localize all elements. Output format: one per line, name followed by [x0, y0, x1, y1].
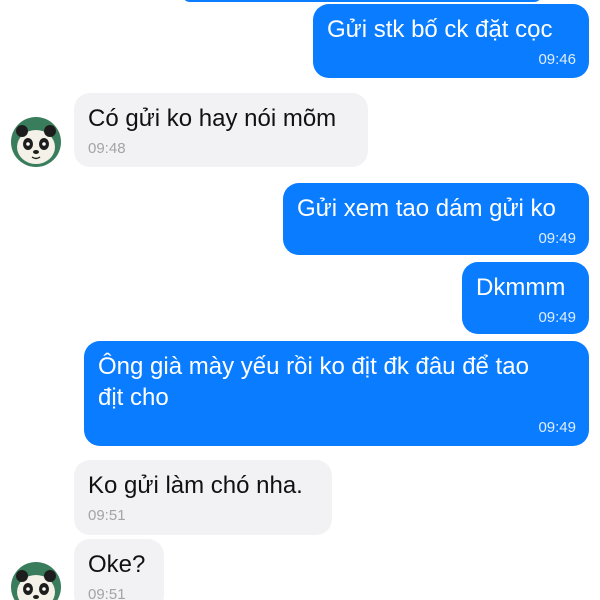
message-timestamp: 09:51: [88, 586, 126, 600]
chat-thread[interactable]: Gửi stk bố ck đặt cọc 09:46 Có gửi ko ha…: [0, 0, 600, 600]
message-timestamp: 09:49: [538, 419, 576, 436]
message-timestamp: 09:51: [88, 507, 126, 524]
message-text: Gửi xem tao dám gửi ko: [297, 195, 556, 222]
message-text: Oke?: [88, 551, 146, 578]
message-text: Gửi stk bố ck đặt cọc: [327, 16, 553, 43]
message-timestamp: 09:46: [538, 51, 576, 68]
outgoing-message-bubble[interactable]: Gửi stk bố ck đặt cọc 09:46: [313, 4, 589, 78]
message-timestamp: 09:49: [538, 230, 576, 247]
panda-avatar-icon[interactable]: [11, 117, 61, 167]
incoming-message-bubble[interactable]: Oke? 09:51: [74, 539, 164, 600]
message-timestamp: 09:49: [538, 309, 576, 326]
message-text: Có gửi ko hay nói mõm: [88, 105, 337, 132]
message-timestamp: 09:48: [88, 140, 126, 157]
outgoing-message-bubble[interactable]: Ông già mày yếu rồi ko địt đk đâu để tao…: [84, 341, 589, 446]
panda-avatar-icon[interactable]: [11, 562, 61, 600]
message-text: Dkmmm: [476, 274, 566, 301]
incoming-message-bubble[interactable]: Ko gửi làm chó nha. 09:51: [74, 460, 332, 535]
outgoing-message-bubble[interactable]: Dkmmm 09:49: [462, 262, 589, 334]
message-text: Ông già mày yếu rồi ko địt đk đâu để tao…: [98, 353, 529, 411]
message-text: Ko gửi làm chó nha.: [88, 472, 303, 499]
previous-message-bubble-edge: [182, 0, 542, 2]
outgoing-message-bubble[interactable]: Gửi xem tao dám gửi ko 09:49: [283, 183, 589, 255]
incoming-message-bubble[interactable]: Có gửi ko hay nói mõm 09:48: [74, 93, 368, 167]
